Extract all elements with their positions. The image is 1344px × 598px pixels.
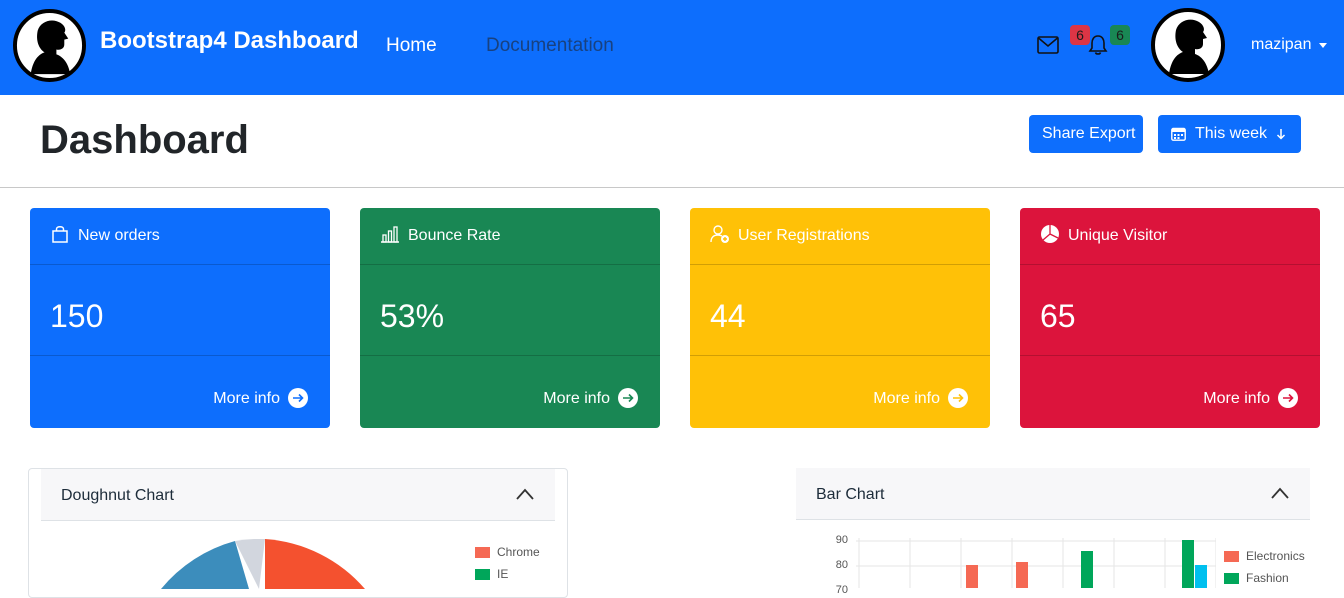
caret-down-icon[interactable] — [1319, 43, 1327, 48]
notification-count-badge: 6 — [1110, 25, 1130, 45]
more-info-link[interactable]: More info — [873, 390, 940, 408]
card-header — [1020, 208, 1320, 265]
chevron-up-icon[interactable] — [1270, 486, 1290, 500]
shopping-bag-icon — [52, 226, 68, 243]
nav-link-home[interactable]: Home — [386, 35, 437, 57]
card-header — [360, 208, 660, 265]
pie-slice-blue — [161, 541, 249, 589]
card-title: Bounce Rate — [408, 227, 501, 244]
header-divider — [0, 187, 1344, 188]
user-avatar[interactable] — [1151, 8, 1225, 82]
panel-title: Bar Chart — [816, 486, 885, 503]
calendar-icon — [1171, 127, 1186, 141]
page-title: Dashboard — [40, 118, 249, 162]
legend-label: IE — [497, 567, 509, 581]
pie-slice-chrome — [265, 539, 365, 589]
bar — [1016, 562, 1028, 588]
more-info-link[interactable]: More info — [213, 390, 280, 408]
envelope-icon[interactable] — [1037, 36, 1059, 54]
this-week-button[interactable]: This week — [1158, 115, 1301, 153]
bar — [1195, 565, 1207, 588]
y-tick-label: 90 — [835, 534, 848, 546]
card-title: Unique Visitor — [1068, 227, 1168, 244]
user-menu-toggle[interactable]: mazipan — [1251, 36, 1311, 54]
card-divider — [360, 355, 660, 356]
logo-avatar[interactable] — [13, 9, 86, 82]
card-header — [30, 208, 330, 265]
bar-chart-plot — [856, 538, 1216, 588]
y-tick-label: 80 — [835, 559, 848, 571]
more-info-link[interactable]: More info — [1203, 390, 1270, 408]
legend-swatch — [1224, 573, 1239, 584]
more-info-link[interactable]: More info — [543, 390, 610, 408]
card-user-registrations: User Registrations 44 More info — [690, 208, 990, 428]
share-export-button[interactable]: Share Export — [1029, 115, 1143, 153]
card-unique-visitor: Unique Visitor 65 More info — [1020, 208, 1320, 428]
card-title: New orders — [78, 227, 160, 244]
bar-chart-panel: Bar Chart 90 80 70 Electronics Fashion — [784, 468, 1322, 598]
arrow-right-circle-icon[interactable] — [947, 387, 969, 409]
chevron-up-icon[interactable] — [515, 487, 535, 501]
top-navbar: Bootstrap4 Dashboard Home Documentation … — [0, 0, 1344, 95]
card-bounce-rate: Bounce Rate 53% More info — [360, 208, 660, 428]
doughnut-chart — [161, 539, 365, 589]
legend-swatch — [475, 547, 490, 558]
arrow-right-circle-icon[interactable] — [287, 387, 309, 409]
brand-title[interactable]: Bootstrap4 Dashboard — [100, 27, 359, 55]
user-plus-icon — [710, 225, 729, 243]
legend-label: Electronics — [1246, 549, 1305, 563]
card-value: 53% — [380, 298, 445, 334]
legend-label: Chrome — [497, 545, 540, 559]
arrow-right-circle-icon[interactable] — [1277, 387, 1299, 409]
y-tick-label: 70 — [835, 584, 848, 596]
card-divider — [30, 355, 330, 356]
legend-swatch — [1224, 551, 1239, 562]
bar — [1182, 540, 1194, 588]
legend-label: Fashion — [1246, 571, 1289, 585]
panel-title: Doughnut Chart — [61, 487, 174, 504]
card-new-orders: New orders 150 More info — [30, 208, 330, 428]
nav-link-documentation[interactable]: Documentation — [486, 35, 614, 57]
bell-icon[interactable] — [1087, 34, 1109, 56]
bar — [1081, 551, 1093, 588]
card-divider — [1020, 355, 1320, 356]
bar-chart-icon — [381, 226, 399, 243]
card-value: 65 — [1040, 298, 1076, 334]
legend-swatch — [475, 569, 490, 580]
pie-chart-icon — [1041, 225, 1059, 243]
doughnut-chart-panel: Doughnut Chart Chrome IE — [28, 468, 568, 598]
card-title: User Registrations — [738, 227, 870, 244]
bar — [966, 565, 978, 588]
card-value: 44 — [710, 298, 746, 334]
panel-header: Bar Chart — [796, 468, 1310, 520]
arrow-right-circle-icon[interactable] — [617, 387, 639, 409]
card-divider — [690, 355, 990, 356]
arrow-down-icon — [1276, 129, 1286, 140]
this-week-label: This week — [1195, 125, 1268, 142]
card-value: 150 — [50, 298, 104, 334]
panel-header: Doughnut Chart — [41, 469, 555, 521]
